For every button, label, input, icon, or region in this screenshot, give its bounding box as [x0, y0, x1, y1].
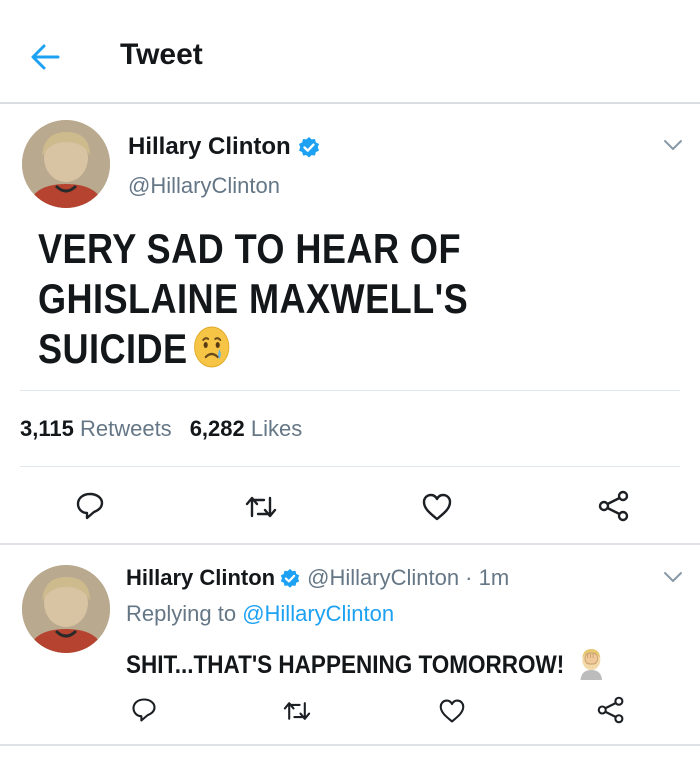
arrow-left-icon[interactable] — [28, 40, 62, 74]
replying-prefix: Replying to — [126, 601, 237, 626]
reply-header: Hillary Clinton @HillaryClinton · 1m — [126, 565, 509, 591]
section-divider — [0, 543, 700, 545]
heart-icon[interactable] — [438, 698, 466, 724]
author-name-text: Hillary Clinton — [128, 133, 291, 160]
divider — [20, 390, 680, 391]
tweet-text: VERY SAD TO HEAR OF GHISLAINE MAXWELL'S … — [38, 224, 588, 374]
like-label[interactable]: Likes — [251, 416, 302, 441]
chevron-down-icon[interactable] — [662, 570, 684, 584]
share-icon[interactable] — [597, 490, 631, 522]
facepalm-emoji — [580, 649, 603, 680]
heart-icon[interactable] — [421, 492, 453, 522]
verified-badge-icon — [298, 136, 319, 158]
avatar[interactable] — [22, 120, 110, 208]
crying-face-emoji — [193, 326, 230, 368]
share-icon[interactable] — [596, 696, 626, 724]
retweet-icon[interactable] — [282, 698, 312, 724]
reply-text-content: SHIT...THAT'S HAPPENING TOMORROW! — [126, 651, 565, 679]
reply-text: SHIT...THAT'S HAPPENING TOMORROW! — [126, 646, 607, 680]
like-count[interactable]: 6,282 — [190, 416, 245, 441]
replying-to: Replying to @HillaryClinton — [126, 601, 394, 627]
retweet-label[interactable]: Retweets — [80, 416, 172, 441]
page-title: Tweet — [120, 38, 203, 71]
avatar-image — [22, 120, 110, 208]
author-name[interactable]: Hillary Clinton — [128, 133, 321, 161]
reply-handle-time[interactable]: @HillaryClinton · 1m — [307, 565, 509, 590]
retweet-icon[interactable] — [244, 492, 278, 522]
section-divider — [0, 744, 700, 746]
tweet-text-content: VERY SAD TO HEAR OF GHISLAINE MAXWELL'S … — [38, 225, 469, 372]
reply-icon[interactable] — [130, 696, 158, 724]
divider — [20, 466, 680, 467]
verified-badge-icon — [280, 569, 300, 588]
retweet-count[interactable]: 3,115 — [20, 416, 74, 441]
top-app-bar: Tweet — [0, 0, 700, 104]
author-handle[interactable]: @HillaryClinton — [128, 173, 280, 199]
reply-icon[interactable] — [74, 490, 106, 522]
replying-handle-link[interactable]: @HillaryClinton — [242, 601, 394, 626]
chevron-down-icon[interactable] — [662, 138, 684, 152]
reply-author-name[interactable]: Hillary Clinton — [126, 565, 275, 590]
avatar[interactable] — [22, 565, 110, 653]
avatar-image — [22, 565, 110, 653]
tweet-stats: 3,115 Retweets 6,282 Likes — [20, 416, 302, 442]
